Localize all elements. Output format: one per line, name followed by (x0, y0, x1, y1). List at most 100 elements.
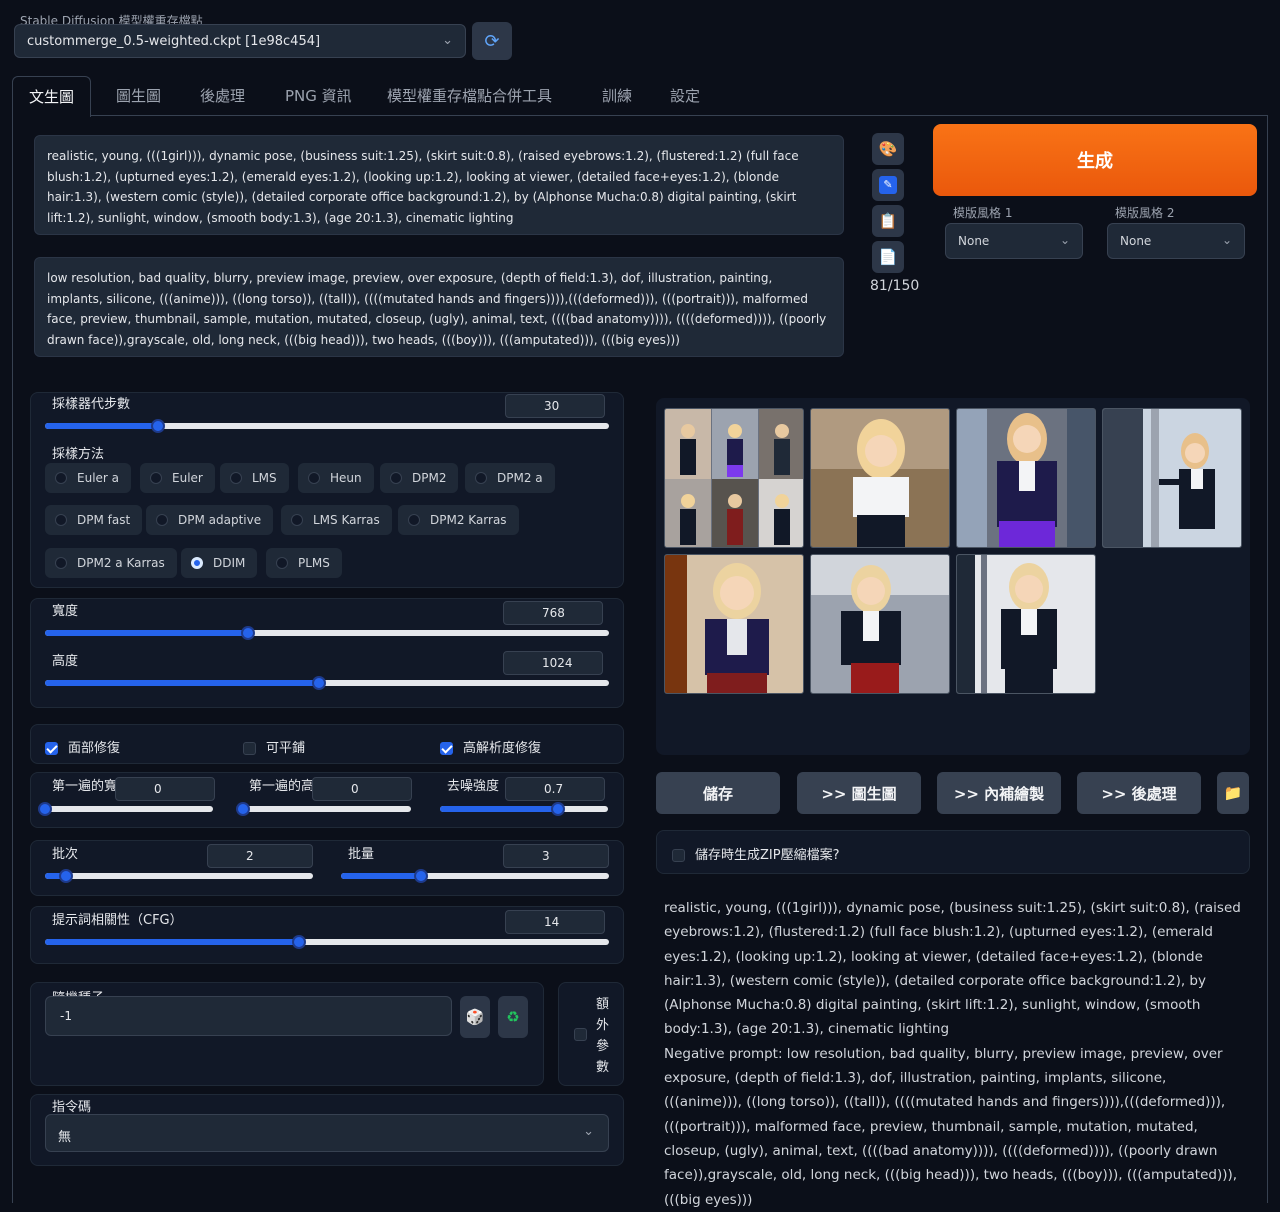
width-input[interactable]: 768 (503, 601, 603, 625)
batch-size-slider[interactable] (341, 869, 609, 883)
cfg-slider[interactable] (45, 935, 609, 949)
save-button[interactable]: 儲存 (656, 772, 780, 814)
style-1-select[interactable]: None ⌄ (945, 223, 1083, 259)
reuse-seed-button[interactable]: ♻ (498, 996, 528, 1038)
radio-dot (408, 514, 420, 526)
steps-slider[interactable] (45, 419, 609, 433)
chevron-down-icon: ⌄ (1059, 233, 1070, 247)
generation-info: realistic, young, (((1girl))), dynamic p… (656, 896, 1250, 1212)
seed-input[interactable]: -1 (45, 996, 452, 1036)
send-to-extras-button[interactable]: >> 後處理 (1077, 772, 1201, 814)
sampler-option-dpm-adaptive[interactable]: DPM adaptive (146, 505, 274, 535)
open-folder-button[interactable]: 📁 (1217, 772, 1249, 814)
tab-settings[interactable]: 設定 (670, 76, 700, 116)
radio-dot (150, 472, 162, 484)
denoise-slider[interactable] (440, 802, 608, 816)
extra-label: 額外參數 (596, 997, 610, 1075)
batch-size-input[interactable]: 3 (503, 844, 609, 868)
gallery-image-7[interactable] (956, 554, 1096, 694)
checkbox-checked (45, 742, 58, 755)
cfg-input[interactable]: 14 (505, 910, 605, 934)
highres-fix-checkbox[interactable]: 高解析度修復 (440, 737, 541, 756)
generate-button[interactable]: 生成 (933, 124, 1257, 196)
style-2-label: 模版風格 2 (1115, 206, 1175, 220)
width-slider[interactable] (45, 626, 609, 640)
script-select[interactable]: 無 ⌄ (45, 1114, 609, 1152)
sampler-option-lms[interactable]: LMS (220, 463, 289, 493)
random-seed-button[interactable]: 🎲 (460, 996, 490, 1038)
gallery-image-6[interactable] (810, 554, 950, 694)
sampler-option-lms-karras[interactable]: LMS Karras (281, 505, 392, 535)
sampler-option-ddim[interactable]: DDIM (181, 548, 258, 578)
firstpass-width-input[interactable]: 0 (115, 777, 215, 801)
sampler-option-label: DDIM (213, 556, 246, 570)
send-to-inpaint-button[interactable]: >> 內補繪製 (937, 772, 1061, 814)
document-button[interactable]: 📄 (872, 241, 904, 273)
gallery-grid-image[interactable] (664, 408, 804, 548)
sampler-option-label: DPM adaptive (178, 513, 262, 527)
send-to-img2img-button[interactable]: >> 圖生圖 (797, 772, 921, 814)
gallery-image-4[interactable] (1102, 408, 1242, 548)
script-value: 無 (58, 1130, 72, 1145)
firstpass-height-slider[interactable] (236, 802, 411, 816)
tab-png-info[interactable]: PNG 資訊 (285, 76, 352, 116)
firstpass-height-input[interactable]: 0 (312, 777, 412, 801)
sampler-option-label: PLMS (298, 556, 330, 570)
dice-icon: 🎲 (465, 1008, 485, 1026)
gallery-image-2[interactable] (810, 408, 950, 548)
interrogate-button[interactable]: 🎨 (872, 133, 904, 165)
radio-dot (308, 472, 320, 484)
sampler-option-dpm2-karras[interactable]: DPM2 Karras (398, 505, 519, 535)
prompt-input[interactable]: realistic, young, (((1girl))), dynamic p… (34, 135, 844, 235)
restore-faces-label: 面部修復 (68, 741, 121, 756)
sampler-option-dpm2[interactable]: DPM2 (380, 463, 459, 493)
checkpoint-select[interactable]: custommerge_0.5-weighted.ckpt [1e98c454]… (14, 24, 466, 58)
sampler-option-plms[interactable]: PLMS (266, 548, 342, 578)
tab-img2img[interactable]: 圖生圖 (116, 76, 161, 116)
sampler-option-dpm-fast[interactable]: DPM fast (45, 505, 143, 535)
image-gallery (656, 398, 1250, 755)
edit-button[interactable]: ✎ (872, 169, 904, 201)
height-slider[interactable] (45, 676, 609, 690)
tab-extras[interactable]: 後處理 (200, 76, 245, 116)
tab-checkpoint-merger[interactable]: 模型權重存檔點合併工具 (387, 76, 552, 116)
checkbox-unchecked (574, 1028, 587, 1041)
batch-count-slider[interactable] (45, 869, 313, 883)
style-2-select[interactable]: None ⌄ (1107, 223, 1245, 259)
negative-prompt-input[interactable]: low resolution, bad quality, blurry, pre… (34, 257, 844, 357)
checkbox-checked (440, 742, 453, 755)
sampler-option-heun[interactable]: Heun (298, 463, 374, 493)
tiling-checkbox[interactable]: 可平鋪 (243, 737, 305, 756)
sampler-option-euler[interactable]: Euler (140, 463, 215, 493)
sampler-option-label: DPM2 (412, 471, 447, 485)
tab-txt2img[interactable]: 文生圖 (12, 76, 92, 117)
sampler-option-label: DPM2 a (497, 471, 543, 485)
checkbox-unchecked (672, 849, 685, 862)
gallery-image-5[interactable] (664, 554, 804, 694)
gallery-image-3[interactable] (956, 408, 1096, 548)
denoise-label: 去噪強度 (447, 779, 500, 794)
refresh-button[interactable]: ⟳ (472, 22, 512, 60)
zip-checkbox[interactable]: 儲存時生成ZIP壓縮檔案? (672, 844, 839, 863)
checkpoint-value: custommerge_0.5-weighted.ckpt [1e98c454] (27, 34, 321, 49)
image-preview (957, 409, 1095, 547)
extra-checkbox[interactable] (574, 1027, 597, 1042)
script-label: 指令碼 (52, 1100, 92, 1115)
radio-dot-selected (191, 557, 203, 569)
restore-faces-checkbox[interactable]: 面部修復 (45, 737, 120, 756)
tiling-label: 可平鋪 (266, 741, 306, 756)
denoise-input[interactable]: 0.7 (505, 777, 605, 801)
token-counter: 81/150 (870, 278, 920, 294)
edit-icon: ✎ (879, 176, 897, 194)
sampler-option-euler-a[interactable]: Euler a (45, 463, 132, 493)
paste-button[interactable]: 📋 (872, 205, 904, 237)
steps-input[interactable]: 30 (505, 394, 605, 418)
height-input[interactable]: 1024 (503, 651, 603, 675)
tab-train[interactable]: 訓練 (602, 76, 632, 116)
sampler-option-dpm2-a-karras[interactable]: DPM2 a Karras (45, 548, 177, 578)
recycle-icon: ♻ (506, 1008, 520, 1026)
batch-count-input[interactable]: 2 (207, 844, 313, 868)
sampler-option-dpm2-a[interactable]: DPM2 a (465, 463, 555, 493)
firstpass-width-slider[interactable] (38, 802, 213, 816)
sampler-option-label: Heun (330, 471, 362, 485)
